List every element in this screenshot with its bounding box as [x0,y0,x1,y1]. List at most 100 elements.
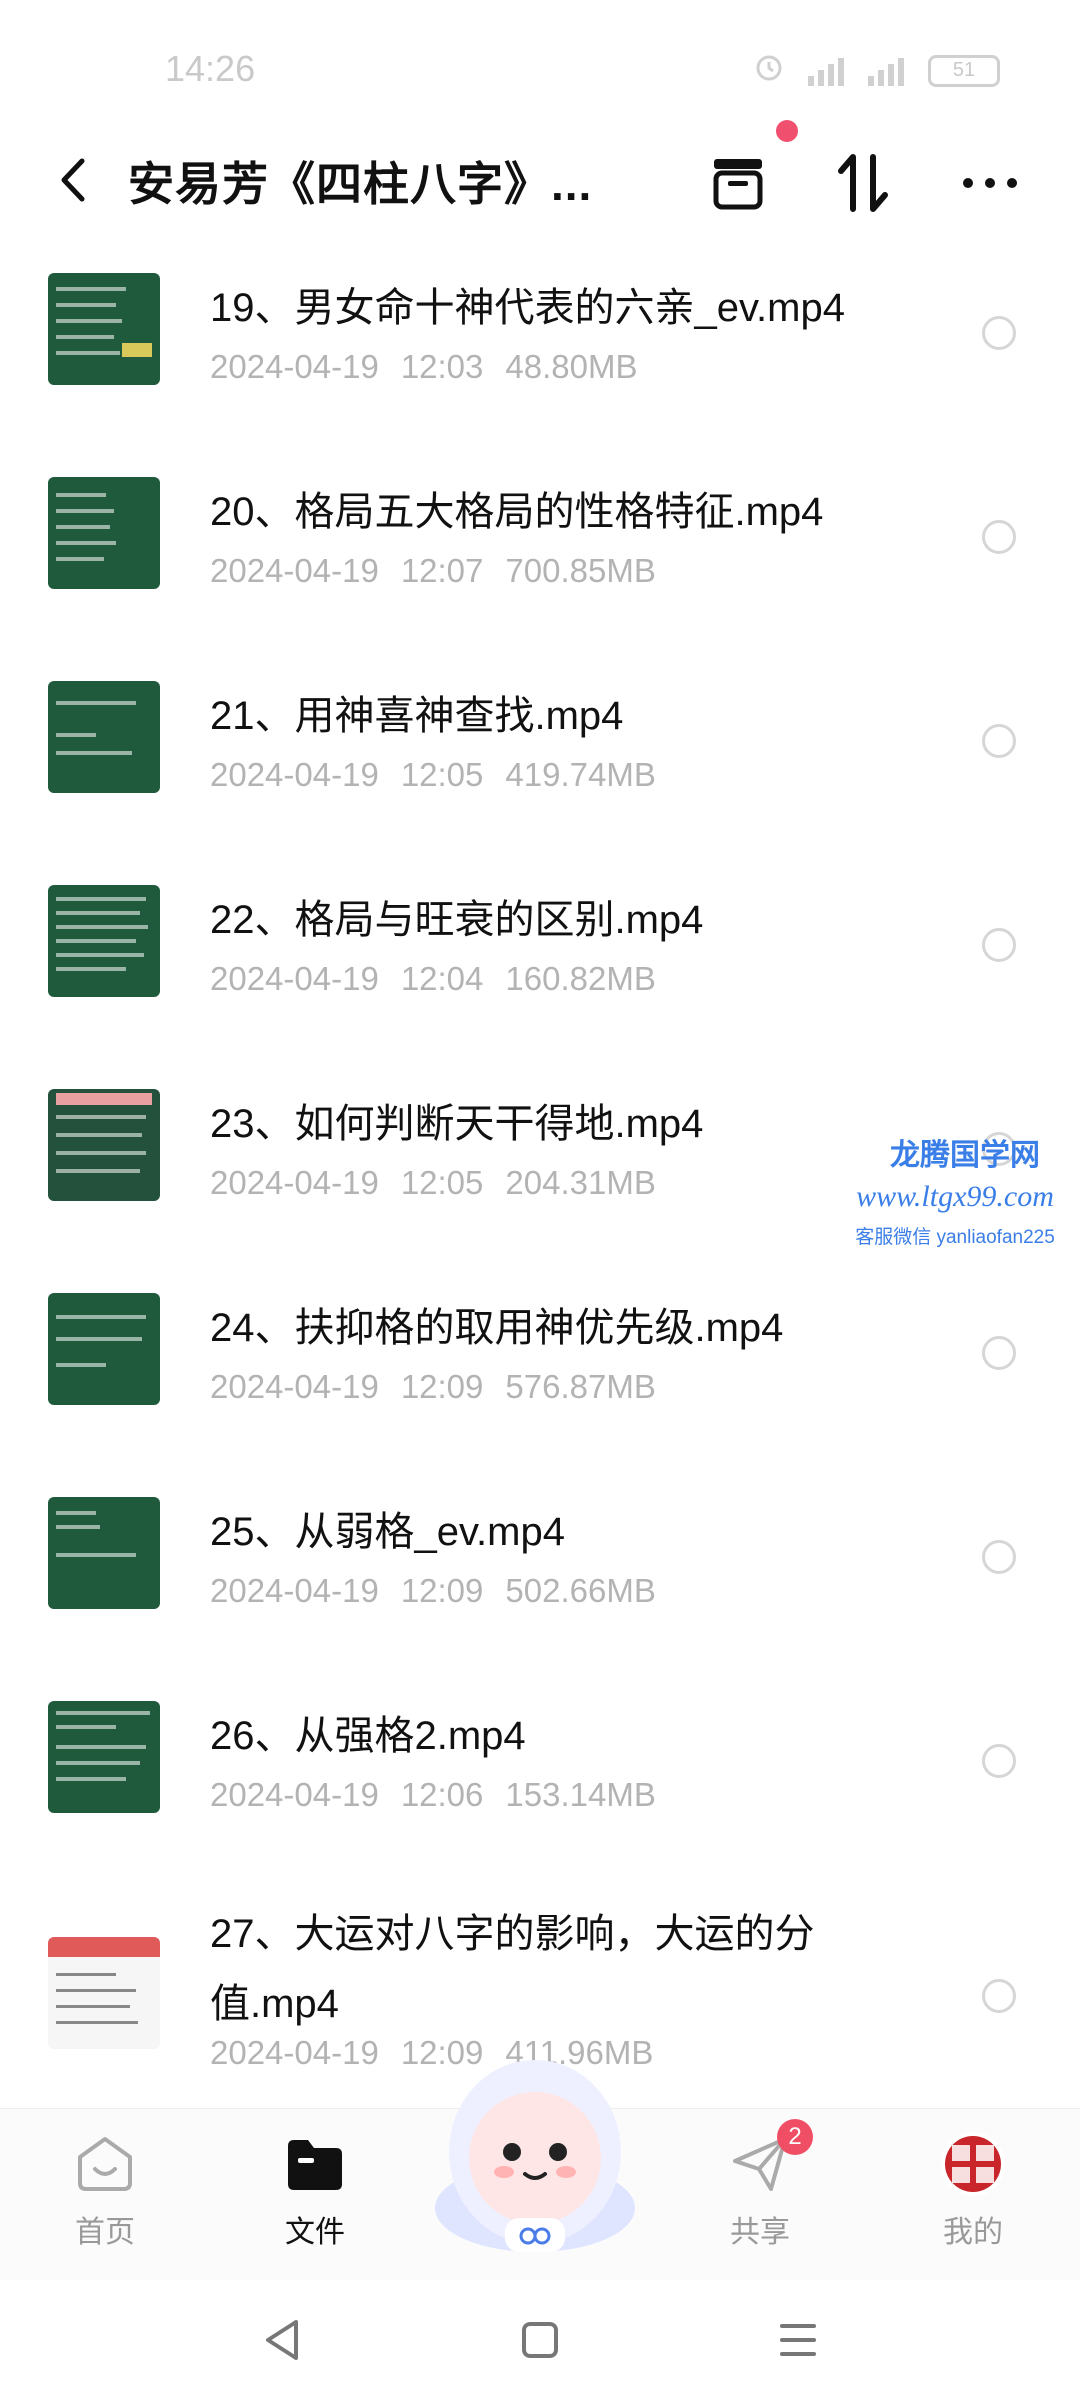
archive-button[interactable] [703,148,773,218]
file-name: 20、格局五大格局的性格特征.mp4 [210,490,824,534]
nav-share[interactable]: 2 共享 [685,2119,835,2273]
sort-button[interactable] [828,148,898,218]
file-meta: 2024-04-19 12:09 502.66MB [210,1572,678,1610]
select-radio[interactable] [982,1979,1016,2013]
file-name: 26、从强格2.mp4 [210,1714,526,1758]
select-radio[interactable] [982,1744,1016,1778]
system-back-button[interactable] [252,2310,312,2370]
file-item[interactable]: 26、从强格2.mp4 2024-04-19 12:06 153.14MB [0,1683,1080,1887]
file-meta: 2024-04-19 12:03 48.80MB [210,348,660,386]
video-thumbnail [48,1497,160,1609]
file-date: 2024-04-19 [210,1776,379,1813]
file-item[interactable]: 22、格局与旺衰的区别.mp4 2024-04-19 12:04 160.82MB [0,867,1080,1071]
nav-mine-label: 我的 [943,2216,1003,2249]
avatar [940,2131,1006,2197]
file-size: 204.31MB [505,1164,656,1201]
video-thumbnail [48,1293,160,1405]
file-item[interactable]: 19、男女命十神代表的六亲_ev.mp4 2024-04-19 12:03 48.8… [0,255,1080,459]
video-thumbnail [48,885,160,997]
nav-mine[interactable]: 我的 [898,2123,1048,2273]
file-size: 419.74MB [505,756,656,793]
video-thumbnail [48,1089,160,1201]
file-date: 2024-04-19 [210,1164,379,1201]
more-button[interactable] [955,148,1025,218]
system-home-button[interactable] [510,2310,570,2370]
watermark-contact: 客服微信 yanliaofan225 [855,1227,1055,1248]
select-radio[interactable] [982,520,1016,554]
file-time: 12:03 [400,348,484,385]
file-item[interactable]: 25、从弱格_ev.mp4 2024-04-19 12:09 502.66MB [0,1479,1080,1683]
more-icon [963,178,1017,188]
video-thumbnail [48,273,160,385]
page-title: 安易芳《四柱八字》... [128,158,593,210]
file-name: 23、如何判断天干得地.mp4 [210,1102,704,1146]
file-name: 22、格局与旺衰的区别.mp4 [210,898,704,942]
folder-icon [282,2131,348,2197]
select-radio[interactable] [982,1336,1016,1370]
video-thumbnail [48,1937,160,2049]
watermark-url: www.ltgx99.com [856,1180,1054,1213]
nav-home-label: 首页 [75,2216,135,2249]
file-item[interactable]: 24、扶抑格的取用神优先级.mp4 2024-04-19 12:09 576.87M… [0,1275,1080,1479]
chevron-left-icon [61,158,85,202]
assistant-mascot-button[interactable] [430,2040,640,2260]
status-time: 14:26 [165,48,256,89]
file-time: 12:04 [400,960,484,997]
file-meta: 2024-04-19 12:04 160.82MB [210,960,678,998]
file-size: 700.85MB [505,552,656,589]
nav-files-label: 文件 [285,2216,345,2249]
file-name: 21、用神喜神查找.mp4 [210,694,624,738]
file-time: 12:06 [400,1776,484,1813]
status-bar: 14:26 51 [0,0,1080,140]
share-badge: 2 [777,2119,813,2155]
file-time: 12:09 [400,1572,484,1609]
video-thumbnail [48,681,160,793]
nav-files[interactable]: 文件 [240,2123,390,2273]
file-time: 12:07 [400,552,484,589]
select-radio[interactable] [982,1540,1016,1574]
file-meta: 2024-04-19 12:05 204.31MB [210,1164,678,1202]
file-date: 2024-04-19 [210,960,379,997]
file-meta: 2024-04-19 12:05 419.74MB [210,756,678,794]
file-meta: 2024-04-19 12:09 576.87MB [210,1368,678,1406]
watermark-title: 龙腾国学网 [890,1139,1040,1172]
file-item[interactable]: 20、格局五大格局的性格特征.mp4 2024-04-19 12:07 700.85… [0,459,1080,663]
system-menu-button[interactable] [768,2310,828,2370]
file-name: 27、大运对八字的影响，大运的分值.mp4 [210,1912,815,2026]
file-meta: 2024-04-19 12:06 153.14MB [210,1776,678,1814]
menu-icon [780,2324,816,2356]
file-date: 2024-04-19 [210,2034,379,2071]
file-size: 160.82MB [505,960,656,997]
file-date: 2024-04-19 [210,348,379,385]
back-button[interactable] [44,150,104,210]
select-radio[interactable] [982,928,1016,962]
sort-icon [838,154,888,212]
file-name: 25、从弱格_ev.mp4 [210,1510,565,1554]
status-icons: 51 [754,52,1000,89]
select-radio[interactable] [982,724,1016,758]
nav-share-label: 共享 [730,2216,790,2249]
file-date: 2024-04-19 [210,1572,379,1609]
file-date: 2024-04-19 [210,756,379,793]
archive-icon [713,159,763,210]
signal-icon-1 [808,56,844,86]
notification-dot [776,120,798,142]
alarm-icon [754,52,784,89]
nav-home[interactable]: 首页 [30,2123,180,2273]
file-meta: 2024-04-19 12:07 700.85MB [210,552,678,590]
system-nav-bar [0,2280,1080,2400]
mascot-icon [435,2060,635,2252]
send-icon: 2 [727,2119,813,2197]
triangle-back-icon [266,2320,298,2360]
file-name: 19、男女命十神代表的六亲_ev.mp4 [210,286,845,330]
select-radio[interactable] [982,316,1016,350]
file-size: 576.87MB [505,1368,656,1405]
signal-icon-2 [868,56,904,86]
file-size: 48.80MB [505,348,638,385]
header: 安易芳《四柱八字》... [0,130,1080,240]
file-size: 502.66MB [505,1572,656,1609]
video-thumbnail [48,1701,160,1813]
video-thumbnail [48,477,160,589]
file-item[interactable]: 21、用神喜神查找.mp4 2024-04-19 12:05 419.74MB [0,663,1080,867]
file-date: 2024-04-19 [210,552,379,589]
